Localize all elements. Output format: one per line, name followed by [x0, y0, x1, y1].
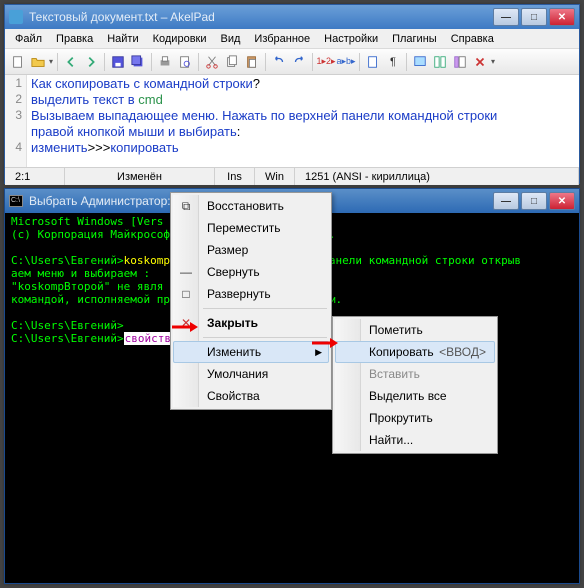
- close-item[interactable]: ✕Закрыть: [173, 312, 329, 334]
- close-icon: ✕: [179, 316, 193, 330]
- find-item[interactable]: Найти...: [335, 429, 495, 451]
- save-all-icon[interactable]: [129, 53, 147, 71]
- paste-icon[interactable]: [243, 53, 261, 71]
- status-enc: 1251 (ANSI - кириллица): [295, 168, 579, 185]
- accelerator-text: <ВВОД>: [439, 345, 486, 359]
- maximize-button[interactable]: □: [521, 8, 547, 26]
- forward-icon[interactable]: [82, 53, 100, 71]
- new-file-icon[interactable]: [9, 53, 27, 71]
- restore-item[interactable]: ⧉Восстановить: [173, 195, 329, 217]
- console-close-button[interactable]: ✕: [549, 192, 575, 210]
- editor-body[interactable]: 1 2 3 4 Как скопировать с командной стро…: [5, 75, 579, 167]
- cut-icon[interactable]: [203, 53, 221, 71]
- close-button[interactable]: ✕: [549, 8, 575, 26]
- chevron-right-icon: ▶: [315, 347, 322, 358]
- paste-item[interactable]: Вставить: [335, 363, 495, 385]
- menu-favorites[interactable]: Избранное: [248, 31, 316, 47]
- console-maximize-button[interactable]: □: [521, 192, 547, 210]
- menu-plugins[interactable]: Плагины: [386, 31, 443, 47]
- restore-icon: ⧉: [179, 199, 193, 213]
- line-gutter: 1 2 3 4: [5, 75, 27, 167]
- cmd-icon: C:\: [9, 195, 23, 207]
- maximize-icon: □: [179, 287, 193, 301]
- menu-settings[interactable]: Настройки: [318, 31, 384, 47]
- print-icon[interactable]: [156, 53, 174, 71]
- font-dec-icon[interactable]: a▸b▸: [337, 53, 355, 71]
- back-icon[interactable]: [62, 53, 80, 71]
- menu-help[interactable]: Справка: [445, 31, 500, 47]
- menubar: Файл Правка Найти Кодировки Вид Избранно…: [5, 29, 579, 49]
- move-item[interactable]: Переместить: [173, 217, 329, 239]
- window-title: Текстовый документ.txt – AkelPad: [29, 10, 493, 24]
- console-minimize-button[interactable]: —: [493, 192, 519, 210]
- editor-window: Текстовый документ.txt – AkelPad — □ ✕ Ф…: [4, 4, 580, 184]
- select-all-item[interactable]: Выделить все: [335, 385, 495, 407]
- menu-view[interactable]: Вид: [215, 31, 247, 47]
- undo-icon[interactable]: [270, 53, 288, 71]
- status-ins: Ins: [215, 168, 255, 185]
- status-pos: 2:1: [5, 168, 65, 185]
- properties-item[interactable]: Свойства: [173, 385, 329, 407]
- menu-edit[interactable]: Правка: [50, 31, 99, 47]
- split-icon[interactable]: [431, 53, 449, 71]
- fullscreen-icon[interactable]: [411, 53, 429, 71]
- status-win: Win: [255, 168, 295, 185]
- modify-item[interactable]: Изменить▶: [173, 341, 329, 363]
- maximize-item[interactable]: □Развернуть: [173, 283, 329, 305]
- minimize-item[interactable]: —Свернуть: [173, 261, 329, 283]
- minimize-icon: —: [179, 265, 193, 279]
- editor-titlebar[interactable]: Текстовый документ.txt – AkelPad — □ ✕: [5, 5, 579, 29]
- selection-highlight: свойств: [124, 332, 172, 345]
- nonprint-icon[interactable]: ¶: [384, 53, 402, 71]
- page-icon[interactable]: [364, 53, 382, 71]
- mark-item[interactable]: Пометить: [335, 319, 495, 341]
- copy-item[interactable]: Копировать<ВВОД>: [335, 341, 495, 363]
- modify-submenu: Пометить Копировать<ВВОД> Вставить Выдел…: [332, 316, 498, 454]
- copy-icon[interactable]: [223, 53, 241, 71]
- scroll-item[interactable]: Прокрутить: [335, 407, 495, 429]
- menu-encodings[interactable]: Кодировки: [147, 31, 213, 47]
- status-mod: Изменён: [65, 168, 215, 185]
- statusbar: 2:1 Изменён Ins Win 1251 (ANSI - кирилли…: [5, 167, 579, 185]
- size-item[interactable]: Размер: [173, 239, 329, 261]
- code-area[interactable]: Как скопировать с командной строки? выде…: [27, 75, 579, 167]
- toolbar: ▾ 1▸2▸ a▸b▸ ¶ ▾: [5, 49, 579, 75]
- open-folder-icon[interactable]: [29, 53, 47, 71]
- system-context-menu: ⧉Восстановить Переместить Размер —Сверну…: [170, 192, 332, 410]
- menu-find[interactable]: Найти: [101, 31, 144, 47]
- app-icon: [9, 10, 23, 24]
- defaults-item[interactable]: Умолчания: [173, 363, 329, 385]
- minimize-button[interactable]: —: [493, 8, 519, 26]
- font-inc-icon[interactable]: 1▸2▸: [317, 53, 335, 71]
- save-icon[interactable]: [109, 53, 127, 71]
- side-icon[interactable]: [451, 53, 469, 71]
- close-doc-icon[interactable]: [471, 53, 489, 71]
- menu-file[interactable]: Файл: [9, 31, 48, 47]
- preview-icon[interactable]: [176, 53, 194, 71]
- redo-icon[interactable]: [290, 53, 308, 71]
